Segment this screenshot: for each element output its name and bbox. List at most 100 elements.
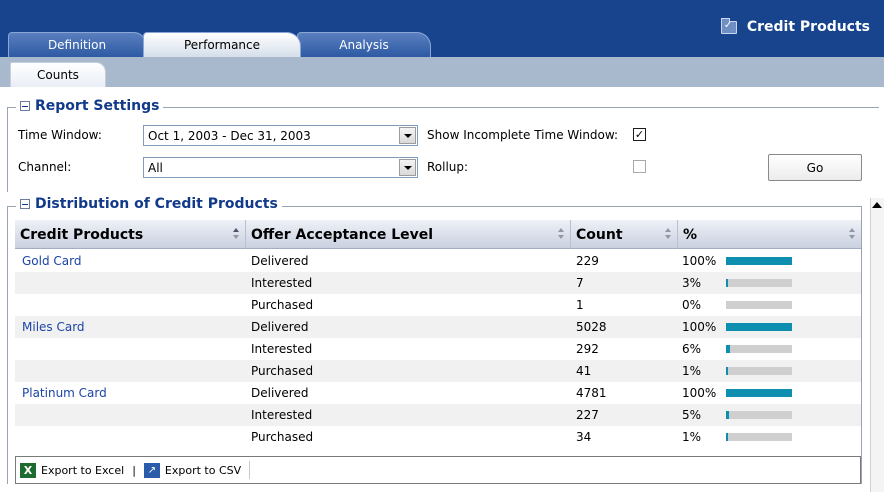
column-header-count[interactable]: Count	[571, 220, 678, 249]
tab-definition-label: Definition	[47, 38, 107, 52]
percent-bar-track	[726, 345, 792, 353]
cell-count: 41	[576, 364, 592, 378]
column-header-credit-products[interactable]: Credit Products	[15, 220, 246, 249]
cell-offer-level: Interested	[251, 342, 313, 356]
report-settings-title: Report Settings	[35, 98, 160, 114]
rollup-checkbox[interactable]	[633, 160, 646, 173]
column-header-label: Count	[576, 226, 623, 243]
distribution-title: Distribution of Credit Products	[35, 196, 278, 212]
tab-analysis-label: Analysis	[339, 38, 389, 52]
report-settings-legend[interactable]: Report Settings	[16, 98, 164, 114]
cell-offer-level: Purchased	[251, 298, 314, 312]
cell-credit-product[interactable]: Miles Card	[18, 316, 85, 338]
cell-count: 292	[576, 342, 599, 356]
folder-check-icon	[720, 17, 737, 34]
cell-percent: 0%	[682, 298, 702, 312]
cell-offer-level: Delivered	[251, 254, 309, 268]
app-header: Definition Analysis Performance Credit P…	[0, 0, 884, 57]
percent-bar-fill	[726, 345, 730, 353]
cell-percent: 6%	[682, 342, 702, 356]
sort-icon	[665, 228, 671, 240]
export-toolbar: X Export to Excel | ↗ Export to CSV	[15, 456, 861, 484]
cell-percent: 1%	[682, 430, 702, 444]
cell-credit-product	[18, 294, 22, 316]
chevron-down-icon	[403, 133, 412, 138]
percent-bar-fill	[726, 433, 728, 441]
excel-icon[interactable]: X	[20, 462, 36, 478]
column-header-offer-acceptance-level[interactable]: Offer Acceptance Level	[246, 220, 571, 249]
time-window-select[interactable]: Oct 1, 2003 - Dec 31, 2003	[143, 125, 418, 146]
percent-bar-track	[726, 411, 792, 419]
cell-count: 227	[576, 408, 599, 422]
cell-count: 7	[576, 276, 584, 290]
cell-credit-product[interactable]: Gold Card	[18, 250, 81, 272]
tab-analysis[interactable]: Analysis	[297, 32, 431, 57]
cell-offer-level: Delivered	[251, 386, 309, 400]
report-settings-border-left	[7, 107, 8, 192]
table-row: Gold Card Delivered 229 100%	[15, 250, 861, 272]
toolbar-divider	[249, 461, 251, 479]
percent-bar-fill	[726, 411, 729, 419]
distribution-border-right	[861, 206, 862, 484]
page-title: Credit Products	[720, 17, 870, 35]
export-excel-link[interactable]: Export to Excel	[41, 464, 124, 477]
export-csv-link[interactable]: Export to CSV	[165, 464, 241, 477]
percent-bar-fill	[726, 279, 728, 287]
show-incomplete-checkbox[interactable]: ✓	[633, 128, 646, 141]
percent-bar-track	[726, 389, 792, 397]
percent-bar-track	[726, 301, 792, 309]
table-row: Purchased 41 1%	[15, 360, 861, 382]
collapse-icon[interactable]	[20, 199, 30, 209]
tab-performance-label: Performance	[183, 38, 261, 52]
vertical-scrollbar[interactable]	[870, 198, 884, 492]
percent-bar-track	[726, 323, 792, 331]
toolbar-separator: |	[132, 463, 136, 477]
table-row: Interested 227 5%	[15, 404, 861, 426]
percent-bar-fill	[726, 323, 792, 331]
cell-count: 4781	[576, 386, 607, 400]
cell-count: 1	[576, 298, 584, 312]
csv-icon[interactable]: ↗	[143, 462, 160, 478]
column-header-percent[interactable]: %	[678, 220, 861, 249]
distribution-legend[interactable]: Distribution of Credit Products	[16, 196, 282, 212]
percent-bar-track	[726, 433, 792, 441]
table-row: Interested 7 3%	[15, 272, 861, 294]
cell-credit-product	[18, 338, 22, 360]
cell-offer-level: Purchased	[251, 364, 314, 378]
percent-bar-track	[726, 257, 792, 265]
sort-icon	[558, 228, 564, 240]
cell-credit-product	[18, 272, 22, 294]
distribution-table: Credit Products Offer Acceptance Level C…	[15, 220, 861, 456]
cell-credit-product	[18, 360, 22, 382]
subtab-counts[interactable]: Counts	[10, 62, 106, 87]
cell-percent: 100%	[682, 254, 717, 268]
collapse-icon[interactable]	[20, 101, 30, 111]
table-row: Purchased 34 1%	[15, 426, 861, 448]
cell-count: 34	[576, 430, 592, 444]
go-button[interactable]: Go	[768, 154, 862, 181]
cell-credit-product	[18, 426, 22, 448]
channel-value: All	[148, 160, 163, 175]
percent-bar-fill	[726, 367, 728, 375]
channel-select[interactable]: All	[143, 157, 418, 178]
tab-performance[interactable]: Performance	[143, 32, 301, 57]
subtab-bar: Counts	[0, 57, 884, 87]
cell-credit-product[interactable]: Platinum Card	[18, 382, 107, 404]
cell-credit-product	[18, 404, 22, 426]
cell-count: 229	[576, 254, 599, 268]
time-window-dropdown-button[interactable]	[399, 127, 416, 144]
column-header-label: Offer Acceptance Level	[251, 226, 434, 243]
tab-definition[interactable]: Definition	[8, 32, 146, 57]
scroll-up-arrow-icon[interactable]	[872, 202, 882, 208]
time-window-value: Oct 1, 2003 - Dec 31, 2003	[148, 128, 311, 143]
go-button-label: Go	[806, 160, 824, 175]
subtab-counts-label: Counts	[37, 68, 79, 82]
checkmark-icon: ✓	[634, 128, 645, 141]
percent-bar-fill	[726, 257, 792, 265]
sort-icon	[233, 228, 239, 240]
channel-dropdown-button[interactable]	[399, 159, 416, 176]
distribution-border-left	[7, 206, 8, 484]
cell-offer-level: Interested	[251, 408, 313, 422]
cell-percent: 3%	[682, 276, 702, 290]
column-header-label: Credit Products	[20, 226, 144, 243]
